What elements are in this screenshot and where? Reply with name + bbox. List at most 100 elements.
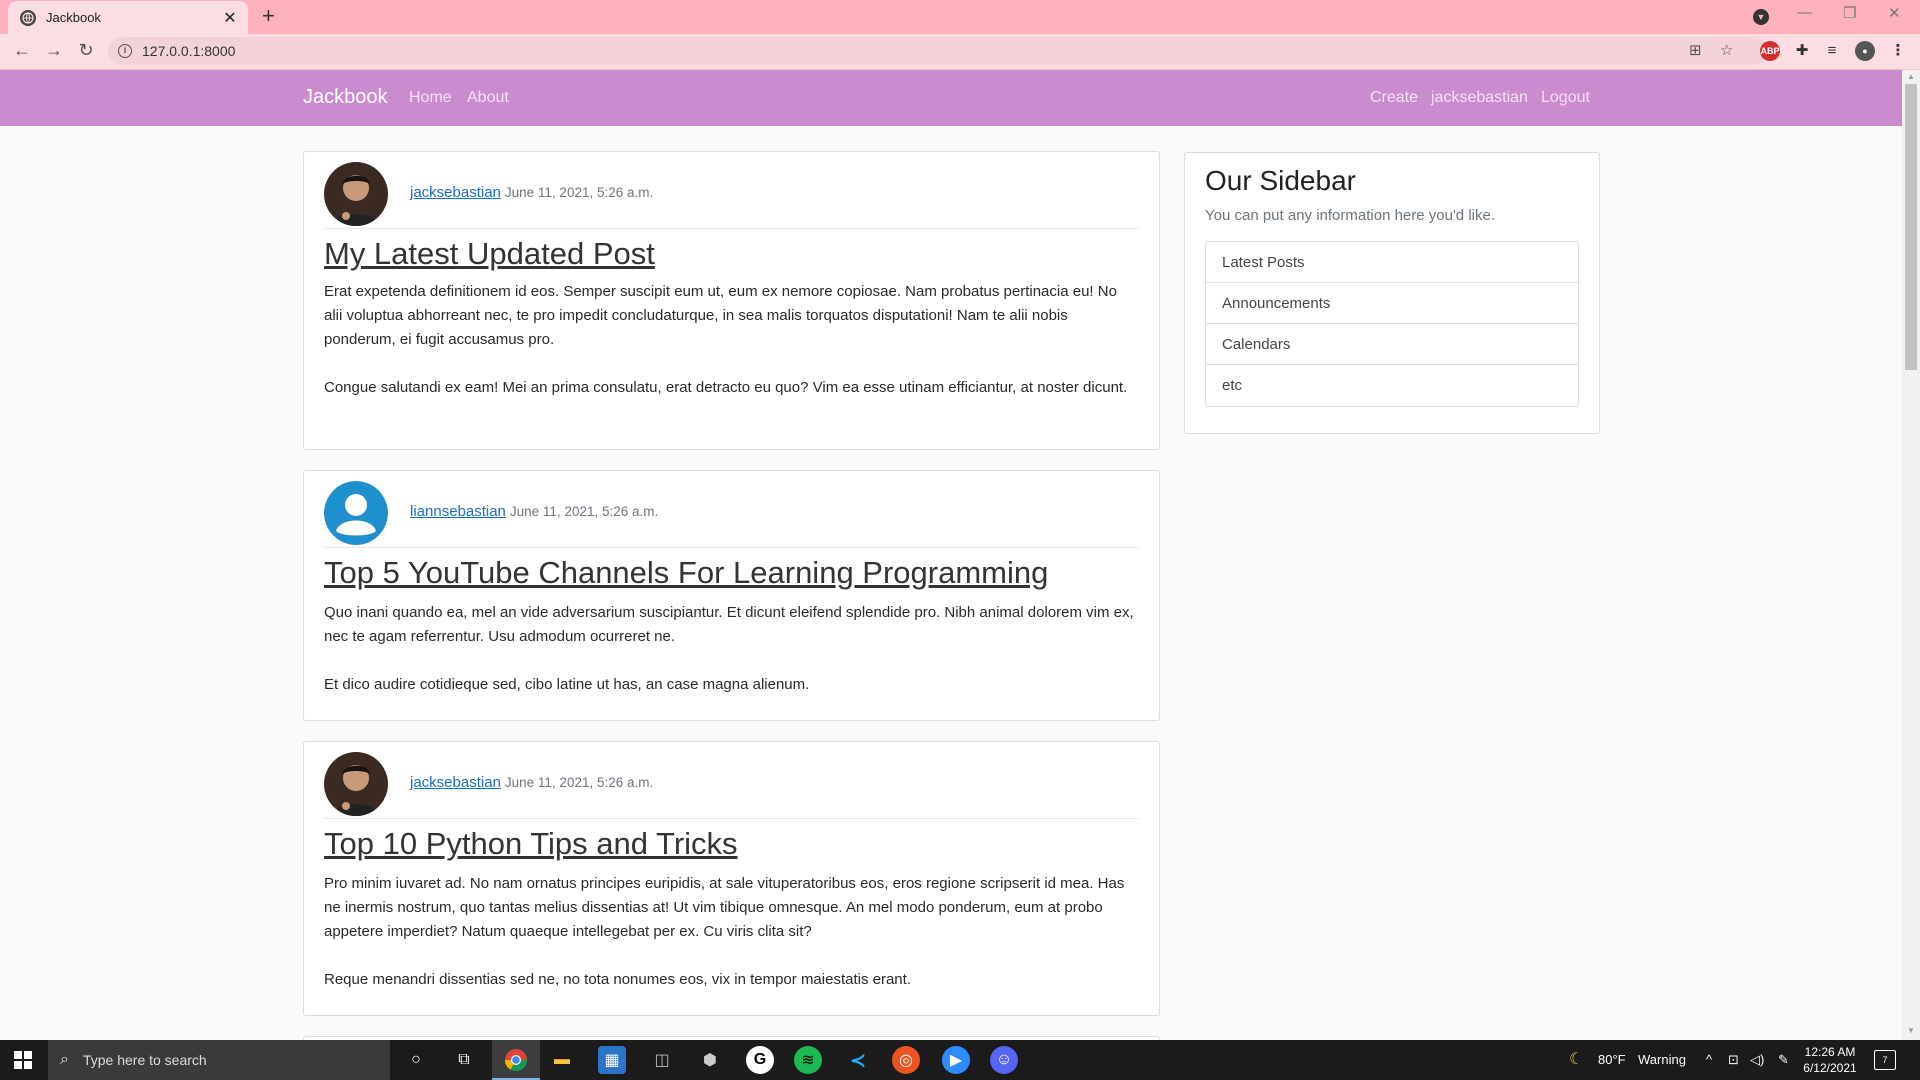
post-date: June 11, 2021, 5:26 a.m. (504, 775, 654, 790)
site-brand[interactable]: Jackbook (303, 86, 388, 109)
chevron-up-icon[interactable]: ^ (1706, 1052, 1712, 1067)
post-title-link[interactable]: Top 10 Python Tips and Tricks (324, 826, 738, 862)
cortana-icon[interactable]: ○ (402, 1046, 430, 1074)
zoom-icon[interactable]: ▶ (942, 1046, 970, 1074)
page-scrollbar[interactable]: ▲ ▼ (1902, 70, 1920, 1040)
post-card: liannsebastian June 11, 2021, 5:26 a.m. T… (303, 470, 1160, 721)
nav-profile[interactable]: jacksebastian (1431, 89, 1528, 107)
taskbar-clock[interactable]: 12:26 AM 6/12/2021 (1800, 1044, 1860, 1076)
browser-toolbar: ← → ↻ i 127.0.0.1:8000 ⊞ ☆ (0, 34, 1920, 70)
weather-temp[interactable]: 80°F (1598, 1052, 1626, 1067)
nav-create[interactable]: Create (1370, 89, 1418, 107)
post-paragraph: Pro minim iuvaret ad. No nam ornatus pri… (324, 875, 1125, 940)
windows-taskbar: ⌕ Type here to search ○ ⧉ ▬ ▦ ◫ ⬢ G ≋ ≺ … (0, 1040, 1920, 1080)
url-text: 127.0.0.1:8000 (142, 43, 236, 59)
clock-date: 6/12/2021 (1803, 1061, 1857, 1075)
notification-icon[interactable]: 7 (1874, 1050, 1896, 1070)
post-content: Erat expetenda definitionem id eos. Semp… (324, 280, 1139, 424)
post-date: June 11, 2021, 5:26 a.m. (509, 504, 659, 519)
post-card: jacksebastian June 11, 2021, 5:26 a.m. To… (303, 741, 1160, 1016)
default-user-avatar (324, 481, 388, 545)
reload-icon[interactable]: ↻ (74, 40, 98, 61)
info-icon[interactable]: i (118, 44, 132, 58)
close-window-icon[interactable]: ✕ (1888, 4, 1901, 22)
file-explorer-icon[interactable]: ▬ (548, 1046, 576, 1074)
author-link[interactable]: jacksebastian (410, 184, 501, 201)
scroll-up-icon[interactable]: ▲ (1907, 72, 1915, 81)
volume-icon[interactable]: ◁) (1750, 1052, 1764, 1068)
ubuntu-icon[interactable]: ◎ (892, 1046, 920, 1074)
globe-icon (20, 9, 36, 26)
page-viewport: Jackbook Home About Create jacksebastian… (0, 70, 1902, 1040)
post-title-link[interactable]: My Latest Updated Post (324, 236, 655, 272)
browser-tab[interactable]: Jackbook ✕ (8, 1, 248, 34)
post-title-link[interactable]: Top 5 YouTube Channels For Learning Prog… (324, 555, 1048, 591)
menu-icon[interactable]: ⋮ (1888, 41, 1908, 61)
sidebar-list: Latest Posts Announcements Calendars etc (1205, 241, 1579, 407)
author-avatar (324, 752, 388, 816)
taskbar-search[interactable]: ⌕ Type here to search (48, 1040, 390, 1080)
sidebar-title: Our Sidebar (1205, 165, 1356, 196)
browser-tab-strip: Jackbook ✕ + ▼ — ❐ ✕ (0, 0, 1920, 34)
profile-avatar[interactable]: ● (1855, 41, 1875, 61)
task-view-icon[interactable]: ⧉ (450, 1046, 478, 1074)
divider (324, 547, 1139, 548)
scroll-down-icon[interactable]: ▼ (1907, 1026, 1915, 1035)
forward-icon[interactable]: → (42, 40, 66, 61)
vscode-icon[interactable]: ≺ (844, 1046, 872, 1074)
clock-time: 12:26 AM (1804, 1045, 1856, 1059)
post-meta: liannsebastian June 11, 2021, 5:26 a.m. (410, 503, 658, 520)
search-placeholder: Type here to search (82, 1052, 207, 1068)
chevron-down-icon[interactable]: ▼ (1753, 9, 1769, 25)
minimize-icon[interactable]: — (1797, 4, 1812, 21)
post-paragraph: Et dico audire cotidieque sed, cibo lati… (324, 676, 810, 693)
media-icon[interactable]: ≡ (1822, 41, 1842, 61)
nav-home[interactable]: Home (409, 89, 452, 107)
author-link[interactable]: jacksebastian (410, 774, 501, 791)
search-icon: ⌕ (60, 1051, 69, 1068)
post-meta: jacksebastian June 11, 2021, 5:26 a.m. (410, 184, 653, 201)
sidebar-item-latest-posts[interactable]: Latest Posts (1206, 242, 1578, 283)
post-paragraph: Erat expetenda definitionem id eos. Semp… (324, 283, 1117, 348)
post-paragraph: Quo inani quando ea, mel an vide adversa… (324, 604, 1134, 645)
translate-icon[interactable]: ⊞ (1689, 41, 1702, 59)
post-meta: jacksebastian June 11, 2021, 5:26 a.m. (410, 774, 653, 791)
sidebar-item-etc[interactable]: etc (1206, 365, 1578, 406)
nav-logout[interactable]: Logout (1541, 89, 1590, 107)
chrome-icon[interactable] (502, 1046, 530, 1074)
spotify-icon[interactable]: ≋ (794, 1046, 822, 1074)
shield-icon[interactable]: ⬢ (696, 1046, 724, 1074)
new-tab-button[interactable]: + (262, 4, 275, 28)
calculator-icon[interactable]: ▦ (598, 1046, 626, 1074)
discord-icon[interactable]: ☺ (990, 1046, 1018, 1074)
sidebar-subtitle: You can put any information here you'd l… (1205, 207, 1495, 224)
sidebar: Our Sidebar You can put any information … (1184, 152, 1600, 434)
restore-icon[interactable]: ❐ (1843, 4, 1856, 22)
sidebar-item-calendars[interactable]: Calendars (1206, 324, 1578, 365)
scrollbar-thumb[interactable] (1905, 84, 1917, 370)
network-icon[interactable]: ⊡ (1728, 1052, 1739, 1068)
author-avatar (324, 162, 388, 226)
post-date: June 11, 2021, 5:26 a.m. (504, 185, 654, 200)
post-card: jacksebastian June 11, 2021, 5:26 a.m. My… (303, 151, 1160, 450)
post-content: Quo inani quando ea, mel an vide adversa… (324, 601, 1139, 721)
windows-start-icon[interactable] (14, 1051, 32, 1069)
post-paragraph: Congue salutandi ex eam! Mei an prima co… (324, 379, 1128, 396)
extensions-icon[interactable]: ✚ (1792, 41, 1812, 61)
author-link[interactable]: liannsebastian (410, 503, 506, 520)
sidebar-item-announcements[interactable]: Announcements (1206, 283, 1578, 324)
pen-icon[interactable]: ✎ (1778, 1052, 1789, 1068)
post-paragraph: Reque menandri dissentias sed ne, no tot… (324, 971, 911, 988)
adblock-icon[interactable]: ABP (1760, 41, 1780, 61)
logitech-icon[interactable]: G (746, 1046, 774, 1074)
post-content: Pro minim iuvaret ad. No nam ornatus pri… (324, 872, 1139, 1016)
back-icon[interactable]: ← (10, 40, 34, 61)
star-icon[interactable]: ☆ (1720, 41, 1733, 59)
address-bar[interactable]: i 127.0.0.1:8000 (108, 37, 1768, 65)
divider (324, 228, 1139, 229)
app-icon[interactable]: ◫ (648, 1046, 676, 1074)
close-icon[interactable]: ✕ (222, 8, 238, 28)
weather-status[interactable]: Warning (1638, 1052, 1686, 1067)
moon-icon[interactable]: ☾ (1569, 1049, 1583, 1069)
nav-about[interactable]: About (467, 89, 509, 107)
